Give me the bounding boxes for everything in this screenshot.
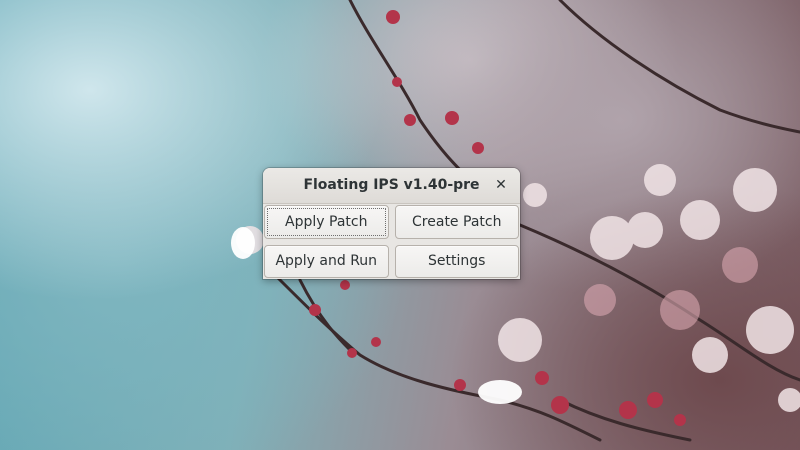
button-grid: Apply Patch Create Patch Apply and Run S… — [264, 205, 519, 278]
settings-button[interactable]: Settings — [394, 244, 519, 278]
window-title: Floating IPS v1.40-pre — [303, 177, 480, 193]
apply-patch-button[interactable]: Apply Patch — [264, 205, 389, 239]
create-patch-button[interactable]: Create Patch — [394, 205, 519, 239]
apply-and-run-button[interactable]: Apply and Run — [264, 244, 389, 278]
floating-ips-window: Floating IPS v1.40-pre ✕ Apply Patch Cre… — [263, 168, 520, 279]
window-titlebar[interactable]: Floating IPS v1.40-pre ✕ — [263, 168, 520, 204]
close-icon[interactable]: ✕ — [492, 176, 510, 194]
